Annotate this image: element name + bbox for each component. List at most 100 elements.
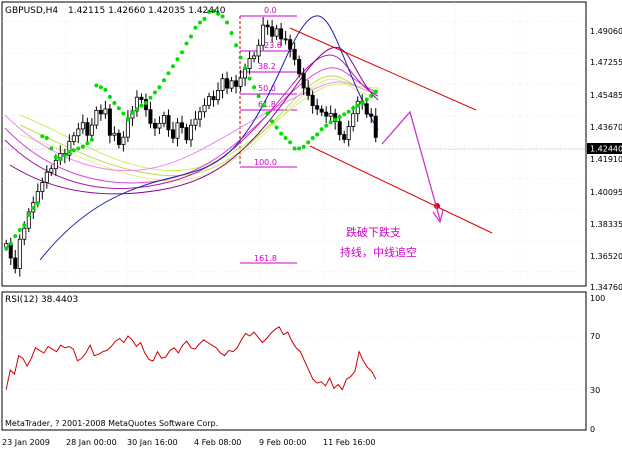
candle-body — [94, 109, 99, 126]
sar-dot — [112, 101, 117, 106]
rsi-label: RSI(12) 38.4403 — [5, 295, 78, 305]
candle-body — [270, 26, 275, 37]
candle-body — [324, 111, 329, 117]
candle-body — [234, 80, 239, 87]
sar-dot — [328, 120, 333, 125]
candle-body — [211, 96, 216, 101]
sar-dot — [121, 111, 126, 116]
sar-dot — [202, 16, 207, 21]
sar-dot — [198, 20, 203, 25]
price-tick: 1.49060 — [590, 27, 622, 36]
price-tick: 1.45485 — [590, 91, 622, 100]
candle-body — [98, 109, 103, 115]
price-axis: 1.49060 1.47255 1.45485 1.43670 1.41910 … — [590, 27, 622, 292]
sar-dot — [13, 234, 18, 239]
sar-dot — [247, 76, 252, 81]
sar-dot — [107, 94, 112, 99]
sar-dot — [139, 103, 144, 108]
sar-dot — [130, 110, 135, 115]
sar-dot — [80, 144, 85, 149]
candle-body — [315, 105, 320, 110]
sar-dot — [184, 41, 189, 46]
time-tick: 23 Jan 2009 — [2, 438, 50, 447]
time-tick: 11 Feb 16:00 — [323, 438, 375, 447]
candle-body — [13, 257, 18, 269]
fib-level-23-label: 23.6 — [264, 41, 282, 50]
candle-body — [8, 243, 13, 259]
candle-body — [342, 134, 347, 140]
sar-dot — [58, 157, 63, 162]
time-tick: 9 Feb 00:00 — [259, 438, 306, 447]
candle-body — [188, 124, 193, 141]
current-price-badge: 1.42440 — [587, 143, 622, 154]
candle-body — [80, 122, 85, 130]
sar-dot — [310, 136, 315, 141]
candle-body — [220, 78, 225, 91]
fib-level-100-label: 100.0 — [254, 158, 277, 167]
candle-body — [157, 122, 162, 129]
annotation-line-2: 持线，中线追空 — [340, 245, 417, 259]
candle-body — [373, 115, 378, 138]
sar-dot — [179, 50, 184, 55]
sar-dot — [261, 103, 266, 108]
sar-dot — [8, 241, 13, 246]
sar-dot — [4, 246, 9, 251]
sar-dot — [161, 78, 166, 83]
sar-dot — [229, 30, 234, 35]
candle-body — [297, 59, 302, 75]
candle-body — [35, 191, 40, 203]
candle-body — [229, 80, 234, 89]
sar-dot — [166, 71, 171, 76]
sar-dot — [301, 144, 306, 149]
candle-body — [89, 124, 94, 136]
sar-dot — [346, 109, 351, 114]
candle-body — [202, 104, 207, 113]
sar-dot — [279, 131, 284, 136]
sar-dot — [85, 141, 90, 146]
candle-body — [337, 121, 342, 135]
rsi-level-30: 30 — [590, 386, 600, 395]
sar-dot — [49, 146, 54, 151]
sar-dot — [306, 140, 311, 145]
sar-dot — [76, 146, 81, 151]
annotation-line-1: 跌破下跌支 — [346, 225, 401, 239]
candle-body — [306, 87, 311, 96]
time-tick: 4 Feb 08:00 — [194, 438, 241, 447]
symbol-label: GBPUSD,H4 — [5, 6, 58, 16]
sar-dot — [40, 134, 45, 139]
candle-body — [139, 96, 144, 100]
sar-dot — [288, 140, 293, 145]
sar-dot — [238, 55, 243, 60]
candle-body — [319, 108, 324, 113]
sar-dot — [369, 94, 374, 99]
candle-body — [161, 115, 166, 124]
sar-dot — [364, 97, 369, 102]
sar-dot — [333, 117, 338, 122]
sar-dot — [94, 83, 99, 88]
sar-dot — [319, 127, 324, 132]
sar-dot — [274, 125, 279, 130]
sar-dot — [157, 85, 162, 90]
candle-body — [351, 113, 356, 127]
sar-dot — [297, 146, 302, 151]
ohlc-label: 1.42115 1.42660 1.42035 1.42440 — [68, 6, 226, 16]
candle-body — [116, 132, 121, 145]
sar-dot — [89, 137, 94, 142]
current-price-value: 1.42440 — [590, 145, 622, 154]
sar-dot — [342, 112, 347, 117]
candle-body — [247, 58, 252, 69]
candle-body — [238, 77, 243, 87]
sar-dot — [252, 85, 257, 90]
sar-dot — [324, 123, 329, 128]
candle-body — [301, 73, 306, 89]
candle-body — [265, 24, 270, 28]
candle-body — [17, 238, 22, 269]
candle-body — [328, 113, 333, 117]
candle-body — [261, 24, 266, 46]
sar-dot — [44, 136, 49, 141]
sar-dot — [175, 57, 180, 62]
candle-body — [252, 55, 257, 59]
candle-body — [112, 132, 117, 136]
sar-dot — [265, 111, 270, 116]
sar-dot — [116, 106, 121, 111]
